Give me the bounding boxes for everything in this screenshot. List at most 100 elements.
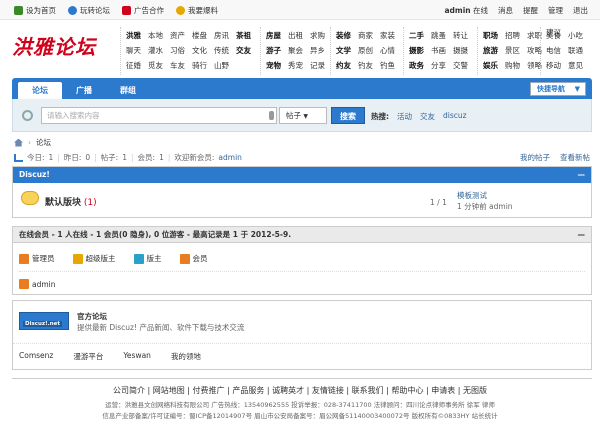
nav-category-link[interactable]: 游子 xyxy=(266,45,281,56)
friend-link[interactable]: Comsenz xyxy=(19,351,53,362)
nav-category-link[interactable]: 购物 xyxy=(505,60,520,71)
nav-category-link[interactable]: 原创 xyxy=(358,45,373,56)
search-button[interactable]: 搜索 xyxy=(331,107,365,124)
nav-category-link[interactable]: 传统 xyxy=(214,45,229,56)
online-user-link[interactable]: admin xyxy=(32,280,56,289)
nav-category-link[interactable]: 建议 xyxy=(546,27,561,38)
nav-category-link[interactable]: 文化 xyxy=(192,45,207,56)
nav-category-link[interactable]: 灌水 xyxy=(148,45,163,56)
quick-nav-button[interactable]: 快捷导航 ▼ xyxy=(530,82,586,96)
nav-category-link[interactable]: 征婚 xyxy=(126,60,141,71)
friend-link[interactable]: Yeswan xyxy=(123,351,151,362)
tab-groups[interactable]: 群组 xyxy=(106,82,150,99)
nav-category-link[interactable]: 商家 xyxy=(358,30,373,41)
messages-link[interactable]: 消息 xyxy=(498,5,513,16)
nav-category-link[interactable]: 房讯 xyxy=(214,30,229,41)
nav-category-link[interactable]: 小吃 xyxy=(568,30,583,41)
microphone-icon[interactable] xyxy=(269,111,274,120)
nav-category-link[interactable]: 茶祖 xyxy=(236,30,251,41)
nav-category-link[interactable]: 求购 xyxy=(310,30,325,41)
notifications-link[interactable]: 提醒 xyxy=(523,5,538,16)
nav-category-link[interactable]: 钓友 xyxy=(358,60,373,71)
hot-term-link[interactable]: discuz xyxy=(443,111,467,122)
nav-category-link[interactable]: 书画 xyxy=(431,45,446,56)
tab-broadcast[interactable]: 广播 xyxy=(62,82,106,99)
nav-category-link[interactable]: 职场 xyxy=(483,30,498,41)
home-icon[interactable] xyxy=(14,138,23,147)
nav-category-link[interactable]: 摄摄 xyxy=(453,45,468,56)
nav-category-link[interactable]: 资产 xyxy=(170,30,185,41)
nav-category-link[interactable]: 摄影 xyxy=(409,45,424,56)
nav-category-link[interactable]: 招聘 xyxy=(505,30,520,41)
legend-admin: 管理员 xyxy=(19,253,55,264)
nav-category-link[interactable]: 心情 xyxy=(380,45,395,56)
nav-category-link[interactable]: 骑行 xyxy=(192,60,207,71)
collapse-icon[interactable]: — xyxy=(578,167,586,183)
nav-category-link[interactable]: 政务 xyxy=(409,60,424,71)
report-news-link[interactable]: 我要爆料 xyxy=(176,5,218,16)
hot-term-link[interactable]: 交友 xyxy=(420,111,435,122)
nav-category-link[interactable]: 交友 xyxy=(236,45,251,56)
category-header[interactable]: Discuz! — xyxy=(13,167,591,183)
admin-link[interactable]: 管理 xyxy=(548,5,563,16)
category-nav: 洪雅 本地 资产 楼盘 房讯 茶祖聊天 灌水 习俗 文化 传统 交友征婚 觅友 车友 骑行 山野 房屋 出租 求购… xyxy=(120,27,592,75)
nav-category-link[interactable]: 娱乐 xyxy=(483,60,498,71)
nav-category-link[interactable]: 文学 xyxy=(336,45,351,56)
nav-category-link[interactable]: 出租 xyxy=(288,30,303,41)
set-homepage-link[interactable]: 设为首页 xyxy=(14,5,56,16)
nav-category-link[interactable]: 楼盘 xyxy=(192,30,207,41)
tab-forum[interactable]: 论坛 xyxy=(18,82,62,99)
nav-category-link[interactable]: 秀宠 xyxy=(288,60,303,71)
username-link[interactable]: admin xyxy=(444,6,470,15)
nav-category-link[interactable]: 二手 xyxy=(409,30,424,41)
friend-link[interactable]: 漫游平台 xyxy=(73,351,103,362)
nav-category-link[interactable]: 电信 xyxy=(546,45,561,56)
footer-links[interactable]: 公司简介 | 网站地图 | 付费推广 | 产品服务 | 诚聘英才 | 友情链接 … xyxy=(0,385,600,396)
nav-category-link[interactable]: 分享 xyxy=(431,60,446,71)
breadcrumb-current[interactable]: 论坛 xyxy=(36,137,51,148)
nav-category-link[interactable]: 装修 xyxy=(336,30,351,41)
collapse-icon[interactable]: — xyxy=(578,227,586,243)
nav-category-link[interactable]: 跳蚤 xyxy=(431,30,446,41)
discuz-logo[interactable]: Discuz!.net xyxy=(19,312,69,330)
nav-category-link[interactable]: 联通 xyxy=(568,45,583,56)
nav-category-link[interactable]: 景区 xyxy=(505,45,520,56)
logout-link[interactable]: 退出 xyxy=(573,5,588,16)
nav-category-link[interactable]: 旅游 xyxy=(483,45,498,56)
forum-guide-link[interactable]: 玩转论坛 xyxy=(68,5,110,16)
nav-category-link[interactable]: 洪雅 xyxy=(126,30,141,41)
nav-category-link[interactable]: 山野 xyxy=(214,60,229,71)
official-forum-link[interactable]: 官方论坛 xyxy=(77,311,244,322)
nav-category-link[interactable]: 本地 xyxy=(148,30,163,41)
nav-category-link[interactable]: 聚会 xyxy=(288,45,303,56)
online-header[interactable]: 在线会员 - 1 人在线 - 1 会员(0 隐身), 0 位游客 - 最高记录是… xyxy=(13,227,591,243)
nav-category-link[interactable]: 转让 xyxy=(453,30,468,41)
nav-category-link[interactable]: 习俗 xyxy=(170,45,185,56)
nav-category-link[interactable]: 家装 xyxy=(380,30,395,41)
hot-searches: 热搜: 活动 交友 discuz xyxy=(371,111,467,122)
hot-term-link[interactable]: 活动 xyxy=(397,111,412,122)
nav-category-link[interactable]: 异乡 xyxy=(310,45,325,56)
nav-category-link[interactable]: 车友 xyxy=(170,60,185,71)
site-logo[interactable]: 洪雅论坛 xyxy=(12,31,108,63)
ad-cooperation-link[interactable]: 广告合作 xyxy=(122,5,164,16)
nav-category-link[interactable]: 记录 xyxy=(310,60,325,71)
search-type-select[interactable]: 帖子 ▼ xyxy=(279,107,327,124)
nav-category-link[interactable]: 移动 xyxy=(546,60,561,71)
online-user[interactable]: admin xyxy=(19,279,56,289)
search-input[interactable]: 请输入搜索内容 xyxy=(41,107,277,124)
nav-category-link[interactable]: 钓鱼 xyxy=(380,60,395,71)
nav-category-link[interactable]: 意见 xyxy=(568,60,583,71)
friend-link[interactable]: 我的领地 xyxy=(171,351,201,362)
nav-category-link[interactable]: 聊天 xyxy=(126,45,141,56)
forum-name-link[interactable]: 默认版块 xyxy=(45,198,81,208)
view-new-posts-link[interactable]: 查看新帖 xyxy=(560,152,590,163)
newest-member-link[interactable]: admin xyxy=(218,153,242,162)
nav-category-link[interactable]: 交警 xyxy=(453,60,468,71)
nav-category-link[interactable]: 约友 xyxy=(336,60,351,71)
nav-category-link[interactable]: 宠物 xyxy=(266,60,281,71)
my-posts-link[interactable]: 我的帖子 xyxy=(520,152,550,163)
nav-category-link[interactable]: 房屋 xyxy=(266,30,281,41)
nav-category-link[interactable]: 觅友 xyxy=(148,60,163,71)
last-post-link[interactable]: 模板测试 xyxy=(457,190,513,201)
